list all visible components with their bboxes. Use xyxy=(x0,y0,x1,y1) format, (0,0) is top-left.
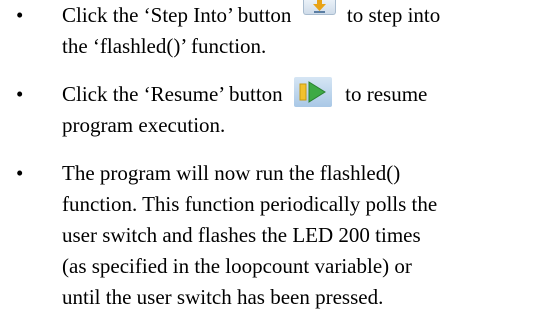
bullet-marker: • xyxy=(16,82,24,106)
text-line: the ‘flashled()’ function. xyxy=(62,34,267,58)
text-line: user switch and flashes the LED 200 time… xyxy=(62,223,421,247)
document-page: • Click the ‘Step Into’ button to step i… xyxy=(0,0,534,333)
resume-icon xyxy=(293,77,332,107)
text-line: (as specified in the loopcount variable)… xyxy=(62,254,412,278)
bullet-marker: • xyxy=(16,3,24,27)
bullet-text: The program will now run the flashled() … xyxy=(62,158,530,313)
step-into-icon xyxy=(302,0,336,15)
bullet-text: Click the ‘Step Into’ button to step int… xyxy=(62,0,530,62)
text-line: Click the ‘Step Into’ button to step int… xyxy=(62,0,530,31)
text-line: function. This function periodically pol… xyxy=(62,192,438,216)
bullet-text: Click the ‘Resume’ button to resume prog… xyxy=(62,77,530,141)
text-line: program execution. xyxy=(62,113,226,137)
text-line: Click the ‘Resume’ button to resume xyxy=(62,77,530,110)
text-line: until the user switch has been pressed. xyxy=(62,285,384,309)
text-line: The program will now run the flashled() xyxy=(62,161,401,185)
bullet-marker: • xyxy=(16,161,24,185)
